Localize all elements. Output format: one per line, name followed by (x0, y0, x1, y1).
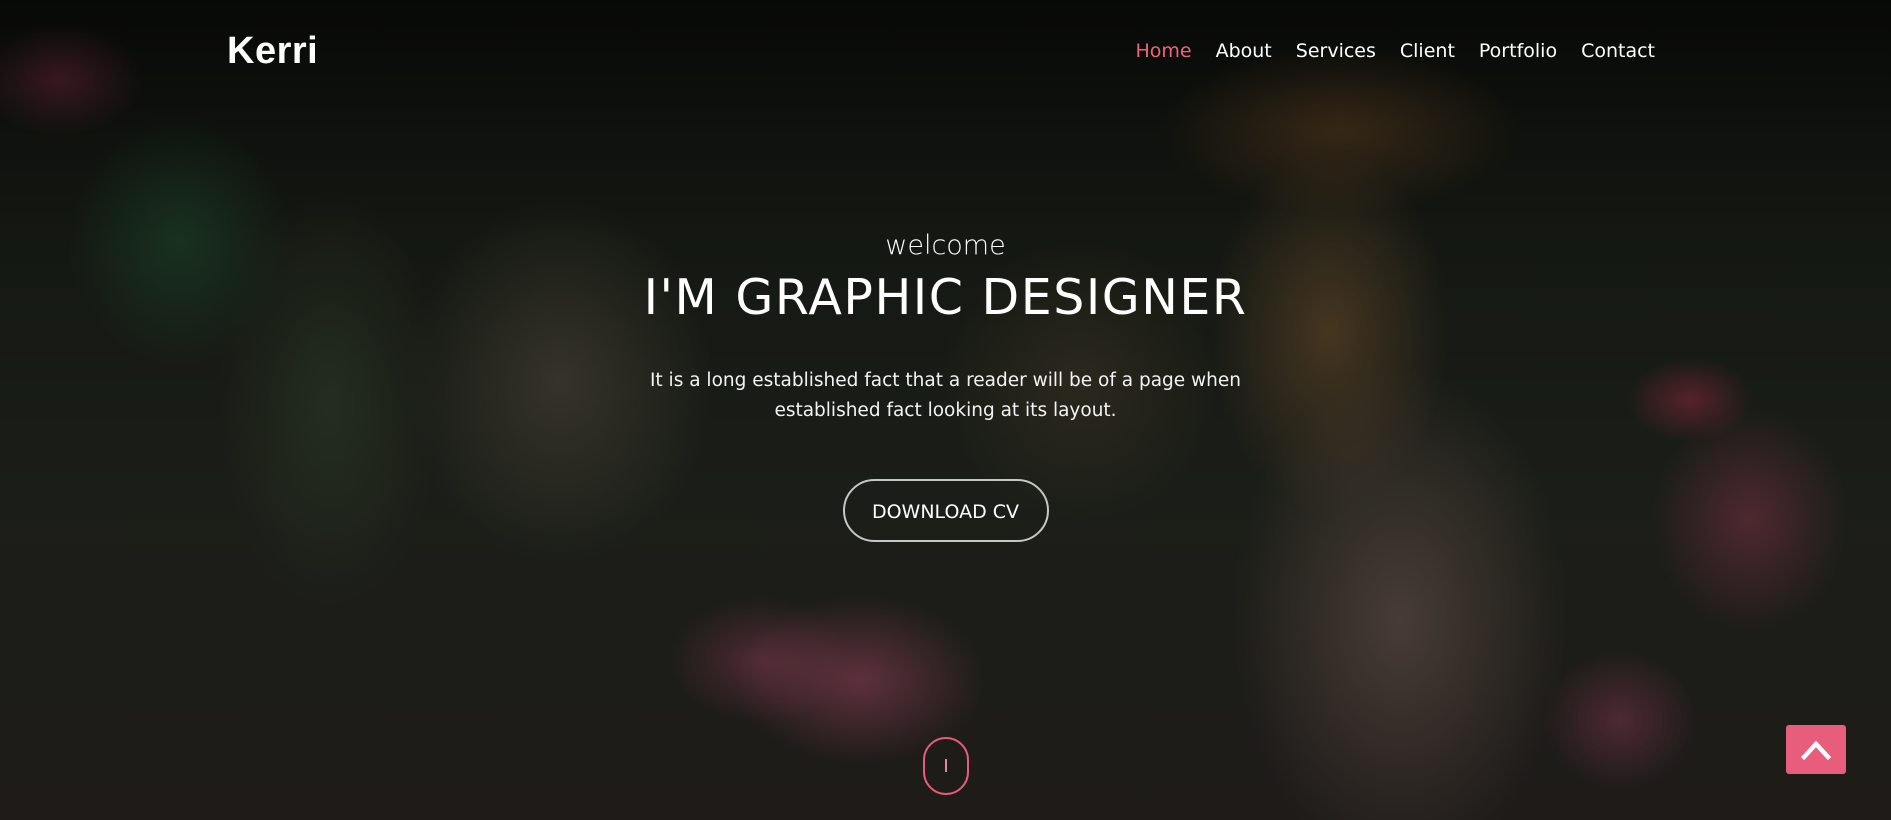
navbar: Kerri Home About Services Client Portfol… (0, 0, 1891, 110)
nav-item-portfolio[interactable]: Portfolio (1479, 40, 1557, 62)
hero-welcome: welcome (885, 230, 1006, 261)
nav-menu: Home About Services Client Portfolio Con… (1135, 40, 1655, 62)
mouse-scroll-icon[interactable] (923, 737, 969, 795)
hero-headline: I'M GRAPHIC DESIGNER (643, 269, 1248, 326)
nav-item-services[interactable]: Services (1296, 40, 1376, 62)
nav-item-client[interactable]: Client (1400, 40, 1455, 62)
hero-description: It is a long established fact that a rea… (649, 370, 1242, 421)
logo[interactable]: Kerri (227, 30, 318, 73)
download-cv-button[interactable]: DOWNLOAD CV (842, 479, 1049, 542)
nav-item-about[interactable]: About (1216, 40, 1272, 62)
hero-content: welcome I'M GRAPHIC DESIGNER It is a lon… (0, 230, 1891, 542)
nav-item-home[interactable]: Home (1135, 40, 1191, 62)
chevron-up-icon (1801, 740, 1831, 761)
back-to-top-button[interactable] (1786, 725, 1846, 774)
nav-item-contact[interactable]: Contact (1581, 40, 1655, 62)
scroll-wheel (945, 759, 947, 772)
